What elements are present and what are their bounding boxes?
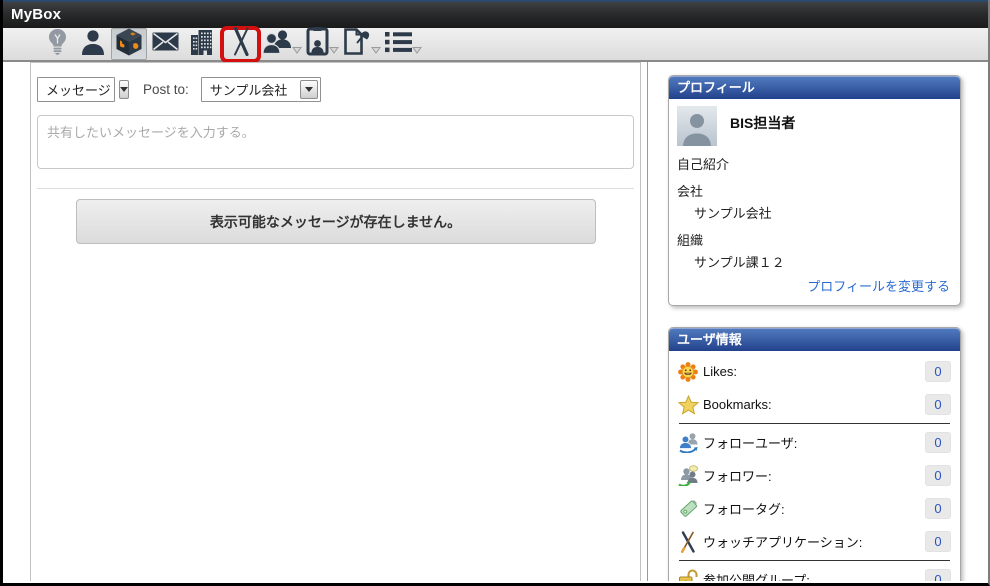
list-item-label: 参加公開グループ: bbox=[703, 570, 925, 581]
watch-apps-count-badge[interactable]: 0 bbox=[925, 531, 951, 552]
person-icon bbox=[81, 29, 105, 60]
composer-controls: メッセージ Post to: サンプル会社 bbox=[37, 77, 640, 102]
list-item-watch-applications: ウォッチアプリケーション: 0 bbox=[678, 525, 951, 558]
list-item-label: Likes: bbox=[703, 364, 925, 379]
profile-name: BIS担当者 bbox=[730, 113, 795, 146]
post-to-label: Post to: bbox=[143, 82, 189, 97]
list-item-followers: フォロワー: 0 bbox=[678, 459, 951, 492]
toolbar-button-notes[interactable] bbox=[343, 27, 385, 61]
bookmarks-icon bbox=[678, 395, 703, 415]
chevron-down-icon bbox=[120, 87, 128, 92]
follow-tags-count-badge[interactable]: 0 bbox=[925, 498, 951, 519]
envelope-icon bbox=[152, 32, 179, 56]
toolbar-button-company[interactable] bbox=[183, 28, 219, 60]
cube-icon bbox=[114, 27, 144, 62]
building-icon bbox=[190, 29, 213, 60]
lightbulb-icon bbox=[47, 28, 68, 60]
divider bbox=[679, 560, 950, 561]
profile-org-value: サンプル課１２ bbox=[694, 252, 952, 271]
chevron-down-icon bbox=[412, 46, 422, 54]
list-item-label: フォロータグ: bbox=[703, 499, 925, 518]
profile-panel-body: BIS担当者 自己紹介 会社 サンプル会社 組織 サンプル課１２ プロフィールを… bbox=[669, 99, 960, 305]
sidebar: プロフィール BIS担当者 自己紹介 会社 サンプル会社 bbox=[647, 62, 988, 581]
message-board-panel: メッセージ Post to: サンプル会社 表示可能なメッセージが存在しません。 bbox=[30, 62, 641, 581]
edit-profile-link[interactable]: プロフィールを変更する bbox=[807, 279, 950, 294]
chevron-down-icon bbox=[305, 87, 313, 92]
clipboard-person-icon bbox=[306, 27, 329, 61]
user-info-panel: ユーザ情報 bbox=[668, 327, 961, 581]
toolbar-button-contacts[interactable] bbox=[306, 27, 343, 61]
profile-intro-label: 自己紹介 bbox=[677, 154, 952, 173]
follow-users-count-badge[interactable]: 0 bbox=[925, 432, 951, 453]
list-item-bookmarks: Bookmarks: 0 bbox=[678, 388, 951, 421]
likes-icon bbox=[678, 362, 703, 382]
avatar bbox=[677, 106, 717, 146]
toolbar-button-messages[interactable] bbox=[147, 28, 183, 60]
post-target-value: サンプル会社 bbox=[202, 80, 296, 99]
list-item-label: フォローユーザ: bbox=[703, 433, 925, 452]
message-type-value: メッセージ bbox=[38, 80, 119, 99]
toolbar-button-applications[interactable] bbox=[220, 26, 261, 63]
user-info-panel-body: Likes: 0 Bookmarks: 0 bbox=[669, 351, 960, 581]
toolbar bbox=[3, 28, 988, 62]
toolbar-button-profile[interactable] bbox=[75, 28, 111, 60]
profile-company-value: サンプル会社 bbox=[694, 203, 952, 222]
open-lock-icon bbox=[678, 569, 703, 582]
followers-icon bbox=[678, 465, 703, 486]
profile-panel: プロフィール BIS担当者 自己紹介 会社 サンプル会社 bbox=[668, 75, 961, 306]
list-item-follow-users: フォローユーザ: 0 bbox=[678, 426, 951, 459]
profile-org-label: 組織 bbox=[677, 230, 952, 249]
message-type-select[interactable]: メッセージ bbox=[37, 77, 115, 102]
list-item-public-groups: 参加公開グループ: 0 bbox=[678, 563, 951, 581]
empty-message-notice: 表示可能なメッセージが存在しません。 bbox=[76, 199, 596, 244]
chevron-down-icon bbox=[329, 46, 339, 54]
list-icon bbox=[385, 31, 412, 58]
titlebar: MyBox bbox=[3, 0, 988, 28]
watch-apps-icon bbox=[678, 531, 703, 553]
bookmarks-count-badge[interactable]: 0 bbox=[925, 394, 951, 415]
combo-dropdown-button[interactable] bbox=[300, 80, 318, 99]
chevron-down-icon bbox=[292, 46, 302, 54]
composer-divider bbox=[37, 188, 634, 189]
person-silhouette-icon bbox=[677, 106, 717, 146]
profile-company-label: 会社 bbox=[677, 181, 952, 200]
tools-icon bbox=[228, 27, 254, 61]
chevron-down-icon bbox=[371, 46, 381, 54]
public-groups-count-badge[interactable]: 0 bbox=[925, 569, 951, 581]
app-title: MyBox bbox=[11, 6, 61, 23]
app-window: MyBox bbox=[0, 0, 990, 586]
list-item-follow-tags: フォロータグ: 0 bbox=[678, 492, 951, 525]
toolbar-button-ideas[interactable] bbox=[39, 28, 75, 60]
list-item-label: Bookmarks: bbox=[703, 397, 925, 412]
empty-message-text: 表示可能なメッセージが存在しません。 bbox=[210, 212, 461, 232]
toolbar-button-mybox[interactable] bbox=[111, 28, 147, 60]
list-item-likes: Likes: 0 bbox=[678, 355, 951, 388]
follow-tags-icon bbox=[678, 498, 703, 519]
document-pin-icon bbox=[343, 27, 371, 61]
main-column: メッセージ Post to: サンプル会社 表示可能なメッセージが存在しません。 bbox=[3, 62, 647, 581]
profile-panel-header: プロフィール bbox=[669, 76, 960, 99]
people-icon bbox=[262, 29, 292, 60]
followers-count-badge[interactable]: 0 bbox=[925, 465, 951, 486]
follow-users-icon bbox=[678, 432, 703, 453]
list-item-label: ウォッチアプリケーション: bbox=[703, 532, 925, 551]
likes-count-badge[interactable]: 0 bbox=[925, 361, 951, 382]
list-item-label: フォロワー: bbox=[703, 466, 925, 485]
divider bbox=[679, 423, 950, 424]
toolbar-button-lists[interactable] bbox=[385, 31, 426, 58]
post-target-select[interactable]: サンプル会社 bbox=[201, 77, 321, 102]
toolbar-button-users[interactable] bbox=[262, 29, 306, 60]
content-area: メッセージ Post to: サンプル会社 表示可能なメッセージが存在しません。 bbox=[3, 62, 988, 581]
user-info-panel-header: ユーザ情報 bbox=[669, 328, 960, 351]
message-input[interactable] bbox=[37, 115, 634, 169]
combo-dropdown-button[interactable] bbox=[119, 80, 129, 99]
